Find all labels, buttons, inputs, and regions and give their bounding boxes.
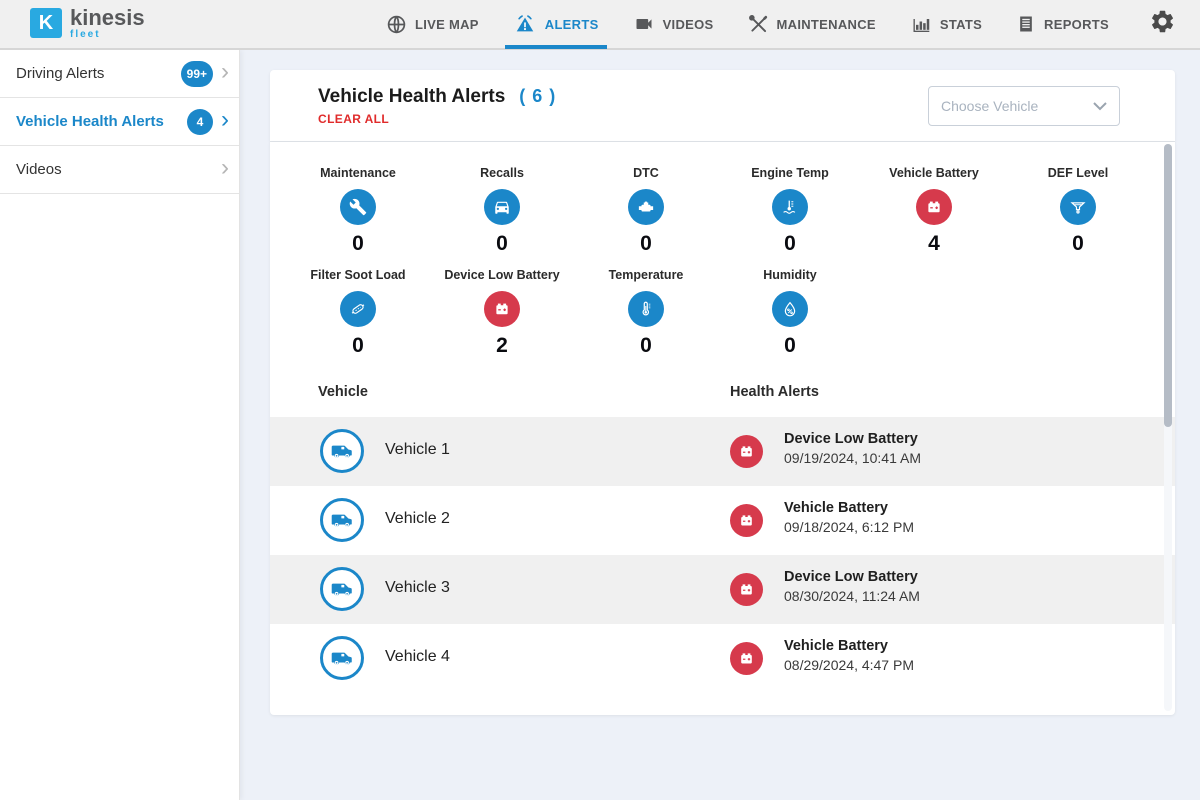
- top-bar: K kinesis fleet LIVE MAP ALERTS VIDEOS: [0, 0, 1200, 50]
- alert-timestamp: 08/30/2024, 11:24 AM: [784, 588, 920, 604]
- alert-type: Device Low Battery: [784, 569, 920, 585]
- video-camera-icon: [633, 14, 655, 34]
- nav-item-alerts[interactable]: ALERTS: [513, 0, 599, 49]
- vehicle-name: Vehicle 4: [385, 648, 450, 666]
- sidebar-item-vehicle-health-alerts[interactable]: Vehicle Health Alerts 4 ›: [0, 98, 239, 146]
- table-header: Vehicle Health Alerts: [270, 384, 1175, 404]
- category-temperature[interactable]: Temperature 0: [574, 268, 718, 358]
- def-funnel-icon: [1060, 189, 1096, 225]
- brand-tagline: fleet: [70, 29, 145, 40]
- column-header-health-alerts: Health Alerts: [730, 384, 819, 400]
- sidebar-item-videos[interactable]: Videos ›: [0, 146, 239, 194]
- sidebar-item-driving-alerts[interactable]: Driving Alerts 99+ ›: [0, 50, 239, 98]
- column-header-vehicle: Vehicle: [318, 384, 368, 400]
- battery-icon: [484, 291, 520, 327]
- sidebar: Driving Alerts 99+ › Vehicle Health Aler…: [0, 50, 240, 800]
- table-row[interactable]: Vehicle 1 Device Low Battery 09/19/2024,…: [270, 417, 1175, 486]
- choose-vehicle-dropdown[interactable]: Choose Vehicle: [928, 86, 1120, 126]
- car-icon: [484, 189, 520, 225]
- category-engine-temp[interactable]: Engine Temp 0: [718, 166, 862, 256]
- vehicle-alert-list: Vehicle 1 Device Low Battery 09/19/2024,…: [270, 417, 1175, 693]
- sidebar-item-label: Vehicle Health Alerts: [16, 113, 187, 130]
- nav-label: ALERTS: [545, 17, 599, 32]
- filter-icon: [340, 291, 376, 327]
- alert-timestamp: 09/18/2024, 6:12 PM: [784, 519, 914, 535]
- count-badge: 99+: [181, 61, 213, 87]
- nav-item-videos[interactable]: VIDEOS: [633, 0, 714, 49]
- nav-item-stats[interactable]: STATS: [910, 0, 982, 49]
- battery-icon: [916, 189, 952, 225]
- kinesis-logo-icon: K: [30, 8, 62, 38]
- nav-item-live-map[interactable]: LIVE MAP: [386, 0, 479, 49]
- alert-type: Vehicle Battery: [784, 500, 914, 516]
- clear-all-button[interactable]: CLEAR ALL: [318, 112, 556, 126]
- tools-icon: [748, 14, 769, 35]
- sidebar-item-label: Driving Alerts: [16, 65, 181, 82]
- category-filter-soot-load[interactable]: Filter Soot Load 0: [286, 268, 430, 358]
- nav-label: VIDEOS: [663, 17, 714, 32]
- nav-label: MAINTENANCE: [777, 17, 876, 32]
- nav-label: STATS: [940, 17, 982, 32]
- sidebar-item-label: Videos: [16, 161, 221, 178]
- category-device-low-battery[interactable]: Device Low Battery 2: [430, 268, 574, 358]
- alert-timestamp: 08/29/2024, 4:47 PM: [784, 657, 914, 673]
- battery-icon: [730, 573, 763, 606]
- main-content: Vehicle Health Alerts ( 6 ) CLEAR ALL Ch…: [240, 50, 1200, 800]
- main-nav: LIVE MAP ALERTS VIDEOS MAINTENANCE STATS: [386, 0, 1109, 49]
- globe-icon: [386, 14, 407, 35]
- nav-item-maintenance[interactable]: MAINTENANCE: [748, 0, 876, 49]
- battery-icon: [730, 504, 763, 537]
- scrollbar-thumb[interactable]: [1164, 144, 1172, 427]
- truck-icon: [320, 429, 364, 473]
- alert-signal-icon: [513, 13, 537, 35]
- table-row[interactable]: Vehicle 3 Device Low Battery 08/30/2024,…: [270, 555, 1175, 624]
- page-header-card: Vehicle Health Alerts ( 6 ) CLEAR ALL Ch…: [270, 70, 1175, 142]
- dropdown-value: Choose Vehicle: [941, 98, 1038, 114]
- engine-icon: [628, 189, 664, 225]
- category-vehicle-battery[interactable]: Vehicle Battery 4: [862, 166, 1006, 256]
- category-maintenance[interactable]: Maintenance 0: [286, 166, 430, 256]
- category-def-level[interactable]: DEF Level 0: [1006, 166, 1150, 256]
- battery-icon: [730, 642, 763, 675]
- alert-count: ( 6 ): [519, 86, 556, 107]
- category-humidity[interactable]: Humidity 0: [718, 268, 862, 358]
- alert-timestamp: 09/19/2024, 10:41 AM: [784, 450, 921, 466]
- battery-icon: [730, 435, 763, 468]
- truck-icon: [320, 636, 364, 680]
- humidity-icon: [772, 291, 808, 327]
- chevron-right-icon: ›: [221, 157, 229, 183]
- nav-label: REPORTS: [1044, 17, 1109, 32]
- nav-item-reports[interactable]: REPORTS: [1016, 0, 1109, 49]
- report-document-icon: [1016, 14, 1036, 34]
- page-title: Vehicle Health Alerts: [318, 86, 505, 108]
- gear-icon: [1149, 8, 1176, 40]
- alerts-card: Maintenance 0 Recalls 0 DTC 0: [270, 142, 1175, 715]
- vehicle-name: Vehicle 1: [385, 441, 450, 459]
- chevron-right-icon: ›: [221, 61, 229, 87]
- chevron-right-icon: ›: [221, 109, 229, 135]
- brand-name: kinesis: [70, 8, 145, 28]
- settings-button[interactable]: [1149, 8, 1176, 40]
- category-grid: Maintenance 0 Recalls 0 DTC 0: [286, 166, 1175, 358]
- vehicle-name: Vehicle 2: [385, 510, 450, 528]
- chevron-down-icon: [1093, 98, 1107, 114]
- table-row[interactable]: Vehicle 4 Vehicle Battery 08/29/2024, 4:…: [270, 624, 1175, 693]
- engine-temp-icon: [772, 189, 808, 225]
- category-recalls[interactable]: Recalls 0: [430, 166, 574, 256]
- thermometer-icon: [628, 291, 664, 327]
- truck-icon: [320, 498, 364, 542]
- alert-type: Vehicle Battery: [784, 638, 914, 654]
- count-badge: 4: [187, 109, 213, 135]
- category-dtc[interactable]: DTC 0: [574, 166, 718, 256]
- brand-logo[interactable]: K kinesis fleet: [30, 8, 145, 40]
- table-row[interactable]: Vehicle 2 Vehicle Battery 09/18/2024, 6:…: [270, 486, 1175, 555]
- alert-type: Device Low Battery: [784, 431, 921, 447]
- truck-icon: [320, 567, 364, 611]
- vehicle-name: Vehicle 3: [385, 579, 450, 597]
- bar-chart-icon: [910, 14, 932, 34]
- nav-label: LIVE MAP: [415, 17, 479, 32]
- wrench-icon: [340, 189, 376, 225]
